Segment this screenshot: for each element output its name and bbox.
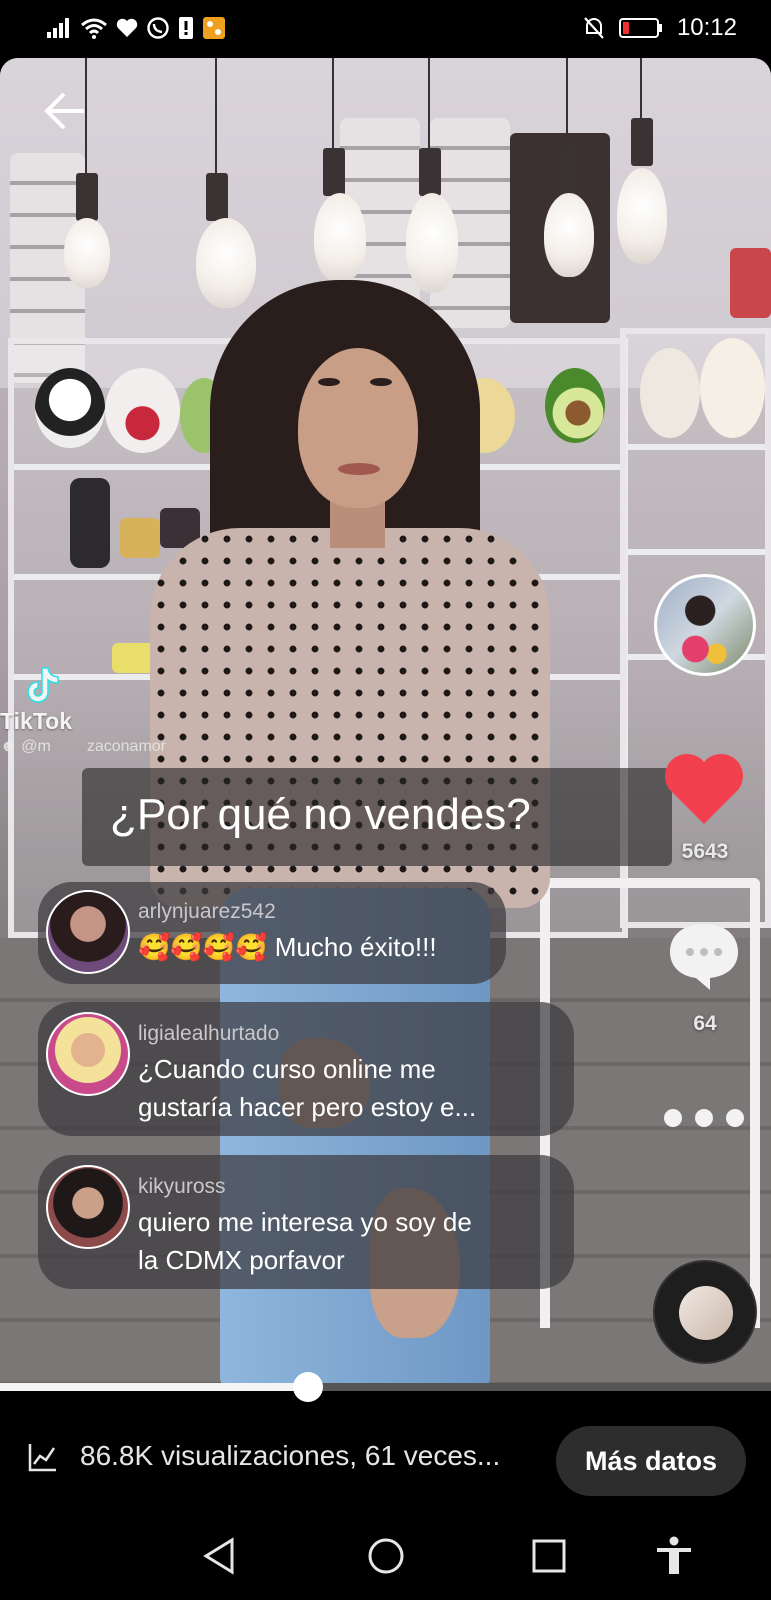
status-bar: 10:12 <box>0 0 771 58</box>
caption-text: ¿Por qué no vendes? <box>110 790 531 839</box>
user-icon: ☻ <box>0 738 22 755</box>
comment-bubble-icon[interactable] <box>666 920 742 992</box>
views-stats-text: 86.8K visualizaciones, 61 veces... <box>80 1440 501 1471</box>
nav-recents-icon[interactable] <box>527 1534 571 1578</box>
more-dot-icon <box>695 1109 713 1127</box>
comment-username[interactable]: ligialealhurtado <box>138 1022 279 1046</box>
plush-avocado <box>545 368 605 443</box>
more-options-button[interactable] <box>664 1106 744 1130</box>
wifi-icon <box>81 18 107 39</box>
nav-home-icon[interactable] <box>364 1534 408 1578</box>
battery-low-icon <box>618 18 662 38</box>
status-right-icons: 10:12 <box>583 14 737 42</box>
lamp-cord <box>215 58 217 173</box>
signal-icon <box>47 18 69 38</box>
light-bulb <box>617 168 667 264</box>
lamp-cap <box>419 148 441 196</box>
analytics-chart-icon <box>28 1444 56 1472</box>
back-arrow-icon[interactable] <box>40 86 90 136</box>
jar <box>120 518 160 558</box>
comment-count: 64 <box>693 1012 717 1035</box>
lamp-cord <box>428 58 430 148</box>
plush-white-bear <box>640 348 700 438</box>
comment-text: 🥰🥰🥰🥰 Mucho éxito!!! <box>138 932 437 963</box>
status-time: 10:12 <box>676 14 737 41</box>
video-caption: ¿Por qué no vendes? <box>82 768 672 866</box>
progress-fill <box>0 1383 309 1391</box>
comment-username[interactable]: arlynjuarez542 <box>138 900 276 924</box>
video-progress-bar[interactable] <box>0 1372 771 1402</box>
lamp-cap <box>323 148 345 196</box>
vase <box>70 478 110 568</box>
light-bulb <box>544 193 594 277</box>
more-dot-icon <box>664 1109 682 1127</box>
person-lips <box>338 463 380 475</box>
lamp-cap <box>631 118 653 166</box>
lamp-cap <box>76 173 98 221</box>
person-eye <box>370 378 392 386</box>
whatsapp-icon <box>147 17 169 39</box>
watermark-handle: ☻ @m zaconamor <box>0 738 167 755</box>
comment-item[interactable]: kikyuross quiero me interesa yo soy de l… <box>38 1155 574 1289</box>
app-icon <box>203 17 225 39</box>
status-left-icons <box>46 16 226 40</box>
tiktok-watermark: TikTok ☻ @m zaconamor <box>0 662 200 762</box>
heart-icon <box>116 18 138 37</box>
person-face <box>298 348 418 508</box>
lamp-cap <box>557 148 579 196</box>
comment-text: ¿Cuando curso online me gustaría hacer p… <box>138 1054 477 1122</box>
music-disc[interactable] <box>653 1260 757 1364</box>
lamp-cord <box>332 58 334 148</box>
light-bulb <box>314 193 366 283</box>
stats-row: 86.8K visualizaciones, 61 veces... Más d… <box>0 1420 771 1500</box>
progress-knob[interactable] <box>293 1372 324 1402</box>
more-data-button[interactable]: Más datos <box>556 1426 746 1496</box>
comment-avatar[interactable] <box>46 1012 130 1096</box>
comment-item[interactable]: arlynjuarez542 🥰🥰🥰🥰 Mucho éxito!!! <box>38 882 506 984</box>
comment-item[interactable]: ligialealhurtado ¿Cuando curso online me… <box>38 1002 574 1136</box>
light-bulb <box>196 218 256 308</box>
lamp-cap <box>206 173 228 221</box>
mute-icon <box>584 17 604 39</box>
nav-back-icon[interactable] <box>198 1534 242 1578</box>
like-heart-icon[interactable] <box>664 752 744 826</box>
accessibility-icon[interactable] <box>652 1534 696 1578</box>
plush-bear <box>105 368 180 453</box>
alert-icon <box>179 17 193 39</box>
plush-white-bear <box>700 338 765 438</box>
light-bulb <box>406 193 458 293</box>
comment-avatar[interactable] <box>46 1165 130 1249</box>
music-avatar <box>679 1286 733 1340</box>
light-bulb <box>64 218 110 288</box>
plush-panda <box>35 368 105 448</box>
tiktok-logo-icon <box>27 667 59 703</box>
creator-avatar[interactable] <box>654 574 756 676</box>
lamp-cord <box>566 58 568 148</box>
person-eye <box>318 378 340 386</box>
watermark-brand: TikTok <box>0 708 72 734</box>
decor-box <box>730 248 771 318</box>
like-count: 5643 <box>681 840 729 863</box>
comment-username[interactable]: kikyuross <box>138 1175 226 1199</box>
comment-emoji: 🥰🥰🥰🥰 <box>138 933 268 963</box>
system-nav-bar <box>0 1512 771 1600</box>
more-dot-icon <box>726 1109 744 1127</box>
comment-avatar[interactable] <box>46 890 130 974</box>
comment-text: quiero me interesa yo soy de la CDMX por… <box>138 1207 472 1275</box>
